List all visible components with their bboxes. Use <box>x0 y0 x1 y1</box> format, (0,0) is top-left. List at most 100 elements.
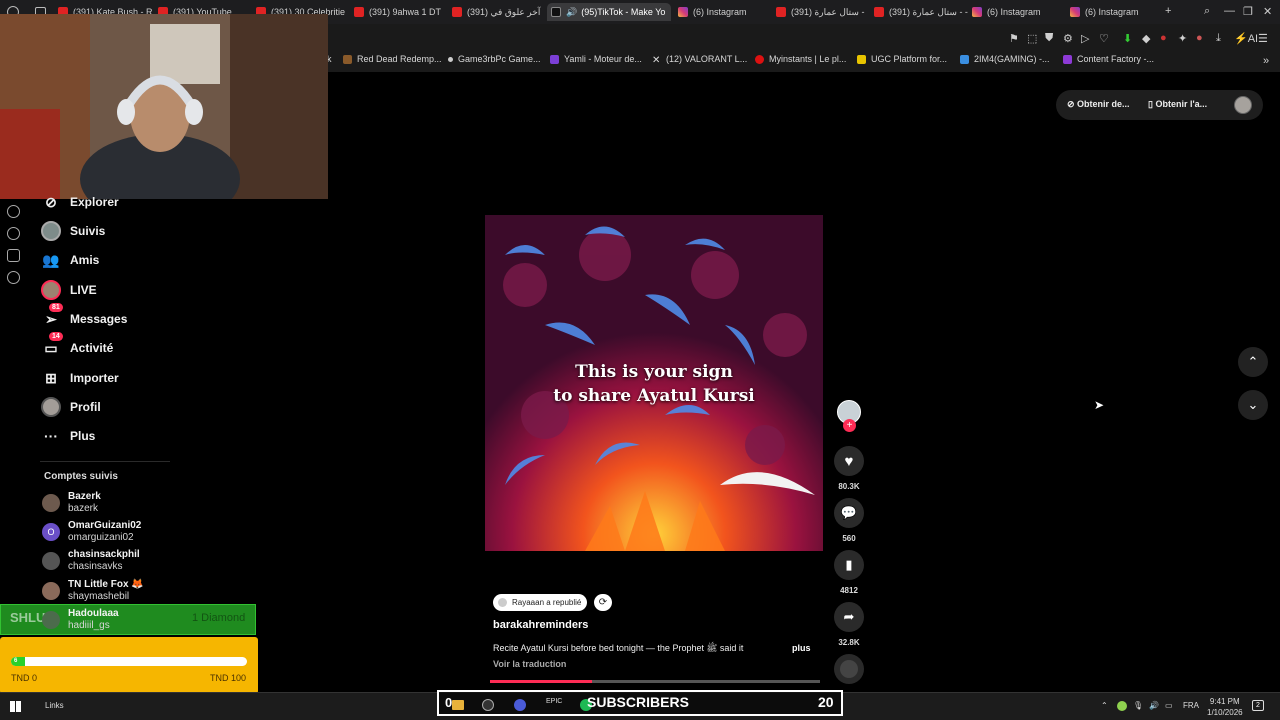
more-button[interactable]: plus <box>792 643 811 653</box>
tab-5[interactable]: (391) آخر علوق في <box>452 3 544 21</box>
share-icon: ➦ <box>843 609 855 624</box>
followed-account-littlefox[interactable]: TN Little Fox 🦊 shaymashebil <box>42 579 144 603</box>
close-icon[interactable]: ✕ <box>1263 5 1272 18</box>
follow-plus-icon[interactable]: + <box>843 419 856 432</box>
avatar-extension-icon[interactable]: ● <box>1196 32 1203 44</box>
subscribers-label: SUBSCRIBERS <box>587 694 689 710</box>
volume-icon[interactable]: 🔊 <box>1149 701 1159 710</box>
sidebar-item-explorer[interactable]: ⊘ Explorer <box>40 189 119 215</box>
followed-account-bazerk[interactable]: Bazerk bazerk <box>42 491 101 515</box>
tab-7[interactable]: (6) Instagram <box>678 3 774 21</box>
like-button[interactable]: ♥ <box>834 446 864 476</box>
sidebar-item-amis[interactable]: 👥 Amis <box>40 247 99 273</box>
comment-count: 560 <box>842 534 856 543</box>
new-tab-icon[interactable]: + <box>1165 5 1171 17</box>
epic-icon[interactable]: EPIC <box>546 698 562 705</box>
minimize-icon[interactable]: — <box>1224 5 1235 17</box>
bookmark-valorant[interactable]: ✕ (12) VALORANT L... <box>652 54 747 66</box>
video-player[interactable]: This is your sign to share Ayatul Kursi <box>485 215 823 551</box>
followed-account-hadoulaaa[interactable]: Hadoulaaa hadiiil_gs <box>42 608 119 632</box>
video-caption-text: This is your sign to share Ayatul Kursi <box>553 362 755 406</box>
screenshot-icon[interactable]: ⬚ <box>1027 32 1037 45</box>
followed-account-omarguizani02[interactable]: O OmarGuizani02 omarguizani02 <box>42 520 141 544</box>
ai-button[interactable]: ⚡AI <box>1234 32 1258 45</box>
menu-icon[interactable]: ☰ <box>1258 32 1268 45</box>
tray-overflow-icon[interactable]: ⌃ <box>1101 701 1108 710</box>
music-disc-button[interactable] <box>834 654 864 684</box>
puzzle-icon[interactable]: ✦ <box>1178 32 1187 45</box>
bookmark-yamli[interactable]: Yamli - Moteur de... <box>550 54 642 64</box>
tab-8[interactable]: (391) ستال عمارة - <box>776 3 872 21</box>
bookmarks-overflow-icon[interactable]: » <box>1263 55 1269 67</box>
speaker-icon: 🔊 <box>566 6 578 17</box>
windows-start-icon[interactable] <box>10 701 21 712</box>
steam-icon[interactable] <box>482 699 494 711</box>
extension-icon[interactable]: ◆ <box>1142 32 1150 45</box>
search-icon[interactable]: ⌕ <box>1204 5 1210 18</box>
next-video-button[interactable]: ⌄ <box>1238 390 1268 420</box>
extension-red-icon[interactable]: ● <box>1160 32 1167 44</box>
donation-max-label: TND 100 <box>210 673 247 683</box>
mini-play-icon[interactable] <box>7 205 20 218</box>
sidebar-item-importer[interactable]: ⊞ Importer <box>40 365 119 391</box>
bookmark-ugc[interactable]: UGC Platform for... <box>857 54 947 64</box>
play-icon[interactable]: ▷ <box>1081 32 1089 45</box>
tab-10[interactable]: (6) Instagram <box>972 3 1068 21</box>
youtube-icon <box>354 7 364 17</box>
myinstants-icon <box>755 54 764 64</box>
sidebar-item-live[interactable]: LIVE <box>40 277 97 303</box>
bookmark-2im4[interactable]: 2IM4(GAMING) -... <box>960 54 1050 64</box>
sidebar-item-plus[interactable]: ··· Plus <box>40 423 95 449</box>
bookmark-icon[interactable]: ⚑ <box>1009 32 1019 45</box>
share-button[interactable]: ➦ <box>834 602 864 632</box>
microphone-icon[interactable]: 🎙 <box>1133 701 1143 710</box>
mini-settings-icon[interactable] <box>7 271 20 284</box>
bookmark-myinstants[interactable]: Myinstants | Le pl... <box>755 54 846 64</box>
instagram-icon <box>678 7 688 17</box>
tiktok-icon <box>551 7 561 17</box>
translate-icon[interactable]: ⚙ <box>1063 32 1073 45</box>
previous-video-button[interactable]: ⌃ <box>1238 347 1268 377</box>
tab-4[interactable]: (391) 9ahwa 1 DT <box>354 3 452 21</box>
bookmark-game3rb[interactable]: Game3rbPc Game... <box>448 54 541 64</box>
tab-9[interactable]: (391) ستال عمارة - - <box>874 3 970 21</box>
language-indicator[interactable]: FRA <box>1183 701 1199 710</box>
chevron-up-icon: ⌃ <box>1247 354 1259 369</box>
download-arrow-icon[interactable]: ⬇ <box>1123 32 1132 45</box>
bookmark-content-factory[interactable]: Content Factory -... <box>1063 54 1154 64</box>
mini-history-icon[interactable] <box>7 227 20 240</box>
repost-badge[interactable]: Rayaaan a republié <box>493 594 588 611</box>
browser-taskbar-icon[interactable] <box>514 699 526 711</box>
subscribers-count: 20 <box>818 694 834 710</box>
downloads-icon[interactable]: ⤓ <box>1216 32 1221 45</box>
compass-icon: ⊘ <box>45 193 57 210</box>
tab-tiktok-active[interactable]: 🔊 (95)TikTok - Make Yo <box>547 3 671 21</box>
sidebar-item-messages[interactable]: ➢ 81 Messages <box>40 303 127 332</box>
comment-button[interactable]: 💬 <box>834 498 864 528</box>
video-seek-bar[interactable] <box>490 680 820 683</box>
bookmark-red-dead[interactable]: Red Dead Redemp... <box>343 54 442 64</box>
mini-extension-icon[interactable] <box>7 249 20 262</box>
sidebar-item-suivis[interactable]: Suivis <box>40 218 105 244</box>
tab-11[interactable]: (6) Instagram <box>1070 3 1160 21</box>
translate-link[interactable]: Voir la traduction <box>493 659 566 669</box>
tray-green-icon[interactable] <box>1117 701 1127 711</box>
restore-icon[interactable]: ❐ <box>1243 5 1253 18</box>
links-toolbar[interactable]: Links <box>45 701 64 710</box>
save-button[interactable]: ▮ <box>834 550 864 580</box>
get-desktop-button[interactable]: ⊘ Obtenir de... <box>1067 99 1130 110</box>
notification-icon[interactable]: 2 <box>1252 700 1264 711</box>
clock[interactable]: 9:41 PM 1/10/2026 <box>1207 696 1243 718</box>
file-explorer-icon[interactable] <box>452 700 464 710</box>
repost-icon[interactable]: ⟳ <box>594 594 612 611</box>
shield-icon[interactable]: ⛊ <box>1045 32 1053 45</box>
video-author[interactable]: barakahreminders <box>493 619 588 631</box>
sidebar-item-profil[interactable]: Profil <box>40 394 101 420</box>
heart-outline-icon[interactable]: ♡ <box>1099 32 1109 45</box>
get-app-button[interactable]: ▯ Obtenir l'a... <box>1148 99 1207 110</box>
sidebar-item-activite[interactable]: ▭ 14 Activité <box>40 332 113 361</box>
followed-account-chasinsackphil[interactable]: chasinsackphil chasinsavks <box>42 549 140 573</box>
network-icon[interactable]: ▭ <box>1165 701 1173 710</box>
content-factory-icon <box>1063 54 1072 64</box>
user-avatar[interactable] <box>1234 96 1252 114</box>
